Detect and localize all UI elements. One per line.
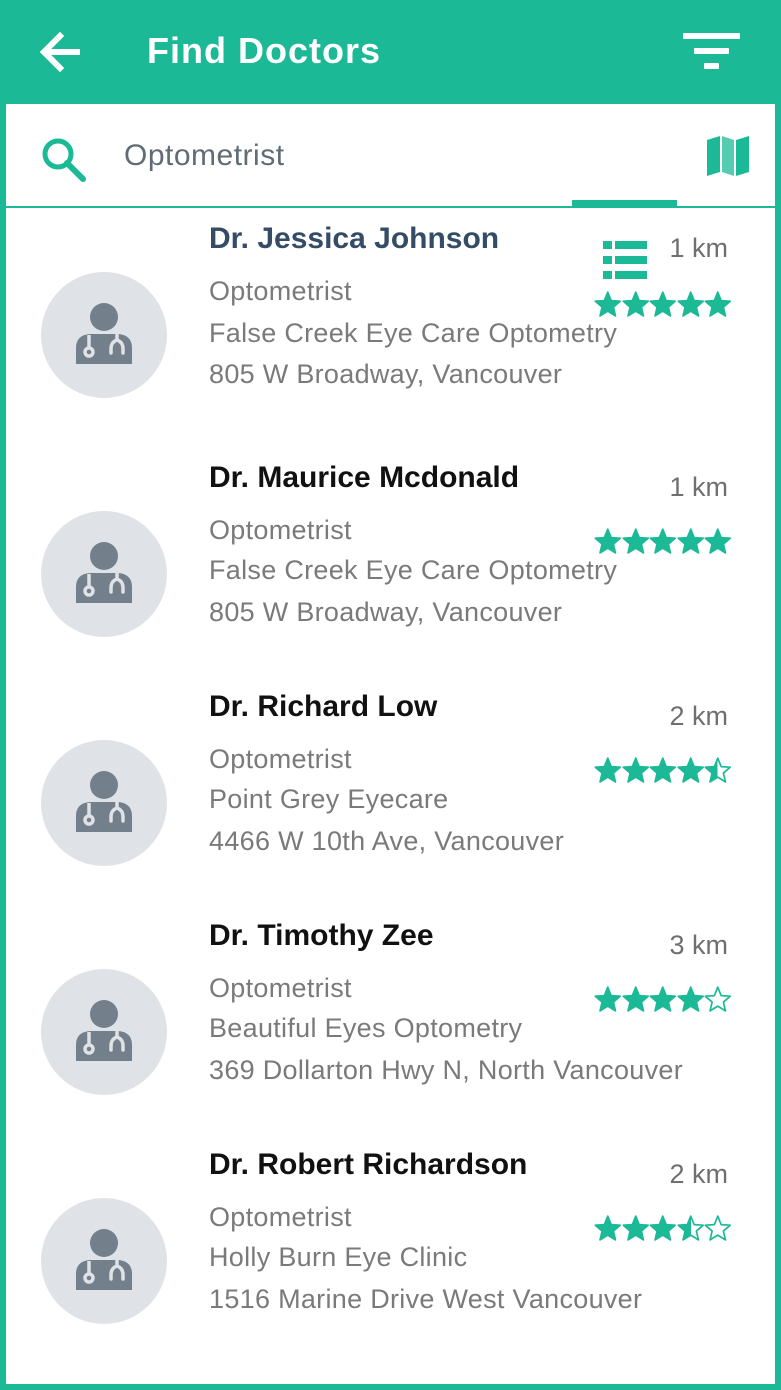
rating-stars [594, 291, 732, 317]
filter-button[interactable] [680, 30, 742, 74]
doctor-distance: 1 km [669, 233, 728, 263]
star-icon [594, 528, 622, 554]
doctor-icon [76, 303, 132, 364]
doctor-name: Dr. Robert Richardson [209, 1148, 528, 1181]
doctor-clinic: Holly Burn Eye Clinic [209, 1242, 468, 1272]
doctor-icon [76, 771, 132, 832]
doctor-address: 4466 W 10th Ave, Vancouver [209, 826, 565, 856]
avatar [41, 740, 167, 866]
star-icon [649, 757, 677, 783]
doctor-address: 805 W Broadway, Vancouver [209, 359, 563, 389]
doctor-specialty: Optometrist [209, 973, 352, 1003]
tab-map-view[interactable] [688, 104, 768, 208]
doctor-clinic: Beautiful Eyes Optometry [209, 1013, 523, 1043]
rating-stars [594, 986, 732, 1012]
avatar [41, 272, 167, 398]
doctor-specialty: Optometrist [209, 515, 352, 545]
star-icon [621, 757, 649, 783]
doctor-address: 369 Dollarton Hwy N, North Vancouver [209, 1055, 684, 1085]
star-icon [704, 528, 732, 554]
doctor-clinic: False Creek Eye Care Optometry [209, 555, 618, 585]
star-icon [621, 528, 649, 554]
star-icon [704, 986, 732, 1012]
star-icon [704, 757, 732, 783]
doctor-address: 805 W Broadway, Vancouver [209, 597, 563, 627]
arrow-left-icon [39, 32, 80, 72]
doctor-specialty: Optometrist [209, 276, 352, 306]
star-icon [676, 1215, 704, 1241]
doctor-distance: 1 km [669, 472, 728, 502]
doctor-card[interactable]: Dr. Richard Low Optometrist Point Grey Eye… [6, 676, 775, 905]
app-header: Find Doctors [0, 0, 781, 104]
back-button[interactable] [36, 28, 84, 76]
doctor-clinic: False Creek Eye Care Optometry [209, 318, 618, 348]
page-title: Find Doctors [147, 30, 381, 71]
star-icon [621, 986, 649, 1012]
content-panel: Dr. Jessica Johnson Optometrist False Cree… [6, 104, 775, 1384]
doctor-address: 1516 Marine Drive West Vancouver [209, 1284, 643, 1314]
doctor-name: Dr. Maurice Mcdonald [209, 461, 520, 494]
doctor-name: Dr. Jessica Johnson [209, 222, 500, 255]
star-icon [649, 986, 677, 1012]
doctor-name: Dr. Timothy Zee [209, 919, 434, 952]
star-icon [676, 986, 704, 1012]
doctor-clinic: Point Grey Eyecare [209, 784, 449, 814]
star-icon [649, 1215, 677, 1241]
doctor-card[interactable]: Dr. Robert Richardson Optometrist Holly Bu… [6, 1134, 775, 1363]
doctor-specialty: Optometrist [209, 1202, 352, 1232]
doctor-name: Dr. Richard Low [209, 690, 438, 723]
star-icon [621, 1215, 649, 1241]
doctor-specialty: Optometrist [209, 744, 352, 774]
star-icon [594, 757, 622, 783]
doctor-icon [76, 1000, 132, 1061]
search-icon [42, 138, 86, 182]
doctor-card[interactable]: Dr. Maurice Mcdonald Optometrist False Cre… [6, 447, 775, 676]
star-icon [704, 291, 732, 317]
search-input[interactable] [124, 132, 544, 180]
active-tab-indicator [572, 200, 677, 208]
doctor-icon [76, 542, 132, 603]
star-icon [594, 986, 622, 1012]
doctor-card[interactable]: Dr. Timothy Zee Optometrist Beautiful Eyes… [6, 905, 775, 1134]
doctor-distance: 2 km [669, 1159, 728, 1189]
doctor-card[interactable]: Dr. Jessica Johnson Optometrist False Cree… [6, 208, 775, 437]
rating-stars [594, 1215, 732, 1241]
star-icon [676, 757, 704, 783]
star-icon [594, 1215, 622, 1241]
star-icon [704, 1215, 732, 1241]
doctor-distance: 2 km [669, 701, 728, 731]
search-bar [6, 104, 775, 279]
star-icon [676, 291, 704, 317]
star-icon [649, 528, 677, 554]
star-icon [594, 291, 622, 317]
map-icon [707, 136, 749, 176]
rating-stars [594, 528, 732, 554]
doctor-icon [76, 1229, 132, 1290]
avatar [41, 1198, 167, 1324]
star-icon [649, 291, 677, 317]
doctor-distance: 3 km [669, 930, 728, 960]
rating-stars [594, 757, 732, 783]
star-icon [676, 528, 704, 554]
star-icon [621, 291, 649, 317]
avatar [41, 511, 167, 637]
avatar [41, 969, 167, 1095]
